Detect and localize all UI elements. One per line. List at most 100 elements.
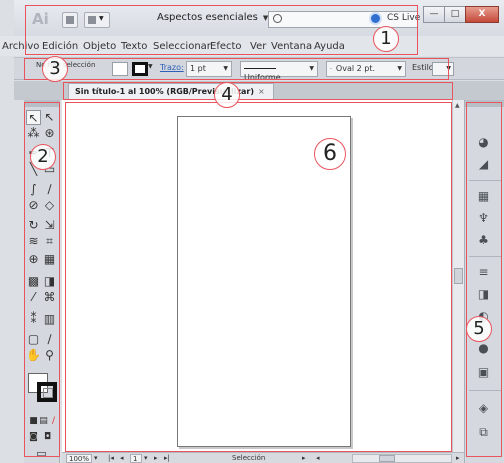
menu-ver[interactable]: Ver <box>250 41 266 52</box>
scroll-thumb[interactable] <box>454 268 463 284</box>
zoom-field[interactable]: 100% <box>66 454 92 463</box>
stroke-swatch[interactable] <box>37 382 57 402</box>
shape-builder-icon[interactable]: ⊕ <box>26 252 41 267</box>
vertical-scrollbar[interactable]: ▲ <box>452 100 464 452</box>
chevron-down-icon: ▼ <box>397 65 402 72</box>
gradient-icon[interactable]: ◨ <box>42 274 57 289</box>
current-tool-label: Selección <box>232 454 266 462</box>
brush-icon[interactable]: ∫ <box>26 182 41 197</box>
brush-definition-select[interactable]: · Oval 2 pt. ▼ <box>326 61 406 77</box>
draw-behind-icon[interactable]: ◘ <box>40 430 55 445</box>
chevron-down-icon[interactable]: ▾ <box>144 454 148 462</box>
menu-bar: Archivo Edición Objeto Texto Seleccionar… <box>0 36 504 56</box>
cs-live-menu[interactable]: CS Live ▾ <box>387 13 428 23</box>
color-icon[interactable]: ◕ <box>475 134 492 151</box>
slice-icon[interactable]: ∕ <box>42 332 57 347</box>
minimize-icon: — <box>429 9 439 19</box>
dock-separator <box>469 256 501 257</box>
stroke-color-box[interactable] <box>132 62 148 76</box>
eyedropper-icon[interactable]: ⁄ <box>26 290 41 305</box>
fill-color-box[interactable] <box>112 62 128 76</box>
menu-archivo[interactable]: Archivo <box>2 41 39 52</box>
variable-width-profile-select[interactable]: Uniforme ▼ <box>240 61 318 82</box>
rotate-icon[interactable]: ↻ <box>26 218 41 233</box>
lasso-icon[interactable]: ⊛ <box>42 126 57 141</box>
scroll-thumb[interactable] <box>379 455 395 462</box>
bridge-icon <box>66 16 74 24</box>
graph-icon[interactable]: ▥ <box>42 312 57 327</box>
mesh-icon[interactable]: ▩ <box>26 274 41 289</box>
scale-icon[interactable]: ⇲ <box>42 218 57 233</box>
free-transform-icon[interactable]: ⌗ <box>42 234 57 249</box>
panel-dock-header[interactable] <box>465 100 504 107</box>
width-icon[interactable]: ≋ <box>26 234 41 249</box>
scroll-right-icon[interactable]: ▸ <box>456 454 460 462</box>
close-tab-icon[interactable]: × <box>258 87 265 96</box>
blend-icon[interactable]: ⌘ <box>42 290 57 305</box>
graphic-style-select[interactable]: ▼ <box>432 62 454 76</box>
stroke-panel-link[interactable]: Trazo: <box>160 63 184 72</box>
tab-document[interactable]: Sin título-1 al 100% (RGB/Previsualizar)… <box>68 83 274 100</box>
dock-separator <box>469 390 501 391</box>
eraser-icon[interactable]: ◇ <box>42 198 57 213</box>
brushes-icon[interactable]: ♆ <box>475 210 492 227</box>
close-icon: X <box>478 9 486 19</box>
stroke-icon[interactable]: ≡ <box>475 264 492 281</box>
appearance-icon[interactable]: ● <box>475 340 492 357</box>
draw-normal-icon[interactable]: ◙ <box>26 430 41 445</box>
status-bar: 100% ▾ |◂ ◂ 1 ▾ ▸ ▸| Selección ▸ ◂ ▸ <box>62 452 464 463</box>
horizontal-scrollbar[interactable] <box>352 454 452 463</box>
status-menu-icon[interactable]: ▸ <box>302 454 306 462</box>
control-bar: No hay selección ▼ Trazo: 1 pt▼ Uniforme… <box>14 57 504 82</box>
chevron-down-icon[interactable]: ▾ <box>94 454 98 462</box>
arrange-documents-icon <box>88 16 96 24</box>
last-page-icon[interactable]: ▸| <box>164 454 170 462</box>
menu-ayuda[interactable]: Ayuda <box>314 41 345 52</box>
symbol-sprayer-icon[interactable]: ⁑ <box>26 312 41 327</box>
workspace-switcher[interactable]: Aspectos esenciales ▼ <box>157 12 268 23</box>
illustrator-window: Ai ▼ Aspectos esenciales▼ CS Live ▾ — □ … <box>0 0 504 463</box>
selection-icon[interactable]: ↖ <box>26 110 41 125</box>
first-page-icon[interactable]: |◂ <box>108 454 114 462</box>
arrange-documents-button[interactable]: ▼ <box>84 12 110 28</box>
scroll-up-icon[interactable]: ▲ <box>455 102 460 109</box>
page-field[interactable]: 1 <box>130 454 142 463</box>
menu-texto[interactable]: Texto <box>121 41 147 52</box>
direct-selection-icon[interactable]: ↖ <box>42 110 57 125</box>
symbols-icon[interactable]: ♣ <box>475 232 492 249</box>
zoom-icon[interactable]: ⚲ <box>42 348 57 363</box>
menu-edicion[interactable]: Edición <box>42 41 78 52</box>
tools-panel-header[interactable] <box>24 100 60 107</box>
swatches-icon[interactable]: ▦ <box>475 188 492 205</box>
scroll-left-icon[interactable]: ◂ <box>316 454 320 462</box>
brush-dot-icon: · <box>330 66 332 73</box>
color-guide-icon[interactable]: ◢ <box>475 156 492 173</box>
stroke-weight-select[interactable]: 1 pt ▼ <box>186 61 232 77</box>
gradient-panel-icon[interactable]: ◨ <box>475 286 492 303</box>
minimize-button[interactable]: — <box>423 6 445 23</box>
menu-ventana[interactable]: Ventana <box>271 41 312 52</box>
layers-icon[interactable]: ◈ <box>475 400 492 417</box>
maximize-icon: □ <box>450 9 460 19</box>
cs-live-icon[interactable] <box>369 12 382 25</box>
bridge-button[interactable] <box>62 12 78 28</box>
next-page-icon[interactable]: ▸ <box>154 454 158 462</box>
menu-seleccionar[interactable]: Seleccionar <box>153 41 211 52</box>
maximize-button[interactable]: □ <box>444 6 466 23</box>
pencil-icon[interactable]: ∕ <box>42 182 57 197</box>
perspective-icon[interactable]: ▦ <box>42 252 57 267</box>
menu-objeto[interactable]: Objeto <box>83 41 116 52</box>
close-button[interactable]: X <box>465 6 499 23</box>
menu-efecto[interactable]: Efecto <box>210 41 242 52</box>
graphic-styles-icon[interactable]: ▣ <box>475 364 492 381</box>
panel-dock: ◕ ◢ ▦ ♆ ♣ ≡ ◨ ◐ ● ▣ ◈ ⧉ <box>464 100 504 463</box>
artboard-icon[interactable]: ▢ <box>26 332 41 347</box>
previous-page-icon[interactable]: ◂ <box>120 454 124 462</box>
screen-mode-icon[interactable]: ▭ <box>34 446 49 461</box>
magic-wand-icon[interactable]: ⁂ <box>26 126 41 141</box>
canvas-area[interactable] <box>62 100 452 452</box>
artboards-panel-icon[interactable]: ⧉ <box>475 424 492 441</box>
hand-icon[interactable]: ✋ <box>26 348 41 363</box>
blob-brush-icon[interactable]: ⊘ <box>26 198 41 213</box>
none-mode-icon[interactable]: ∕ <box>46 414 61 429</box>
